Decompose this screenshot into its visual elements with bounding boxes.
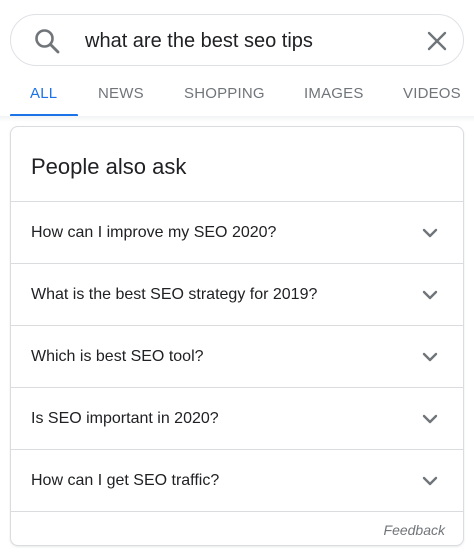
search-tabs: ALL NEWS SHOPPING IMAGES VIDEOS	[0, 72, 474, 117]
question-text: What is the best SEO strategy for 2019?	[31, 286, 318, 303]
chevron-down-icon[interactable]	[419, 284, 441, 306]
card-title: People also ask	[31, 154, 187, 179]
card-footer: Feedback	[11, 511, 463, 545]
feedback-link[interactable]: Feedback	[384, 521, 445, 539]
question-text: How can I get SEO traffic?	[31, 472, 220, 489]
tab-images[interactable]: IMAGES	[304, 84, 364, 104]
question-list: How can I improve my SEO 2020? What is t…	[11, 201, 463, 511]
question-item[interactable]: How can I improve my SEO 2020?	[11, 201, 463, 263]
question-item[interactable]: How can I get SEO traffic?	[11, 449, 463, 511]
search-icon[interactable]	[33, 27, 61, 55]
tab-all[interactable]: ALL	[30, 84, 57, 104]
question-text: Which is best SEO tool?	[31, 348, 204, 365]
question-text: How can I improve my SEO 2020?	[31, 224, 277, 241]
question-item[interactable]: Is SEO important in 2020?	[11, 387, 463, 449]
tab-news[interactable]: NEWS	[98, 84, 144, 104]
search-input[interactable]: what are the best seo tips	[85, 28, 313, 54]
search-bar[interactable]: what are the best seo tips	[10, 14, 464, 66]
search-results-page: what are the best seo tips ALL NEWS SHOP…	[0, 0, 474, 556]
chevron-down-icon[interactable]	[419, 408, 441, 430]
tabs-divider	[0, 116, 474, 122]
tab-videos[interactable]: VIDEOS	[403, 84, 461, 104]
chevron-down-icon[interactable]	[419, 222, 441, 244]
question-item[interactable]: Which is best SEO tool?	[11, 325, 463, 387]
question-text: Is SEO important in 2020?	[31, 410, 219, 427]
question-item[interactable]: What is the best SEO strategy for 2019?	[11, 263, 463, 325]
people-also-ask-card: People also ask How can I improve my SEO…	[10, 126, 464, 546]
chevron-down-icon[interactable]	[419, 346, 441, 368]
tab-shopping[interactable]: SHOPPING	[184, 84, 265, 104]
close-icon[interactable]	[425, 29, 449, 53]
chevron-down-icon[interactable]	[419, 470, 441, 492]
